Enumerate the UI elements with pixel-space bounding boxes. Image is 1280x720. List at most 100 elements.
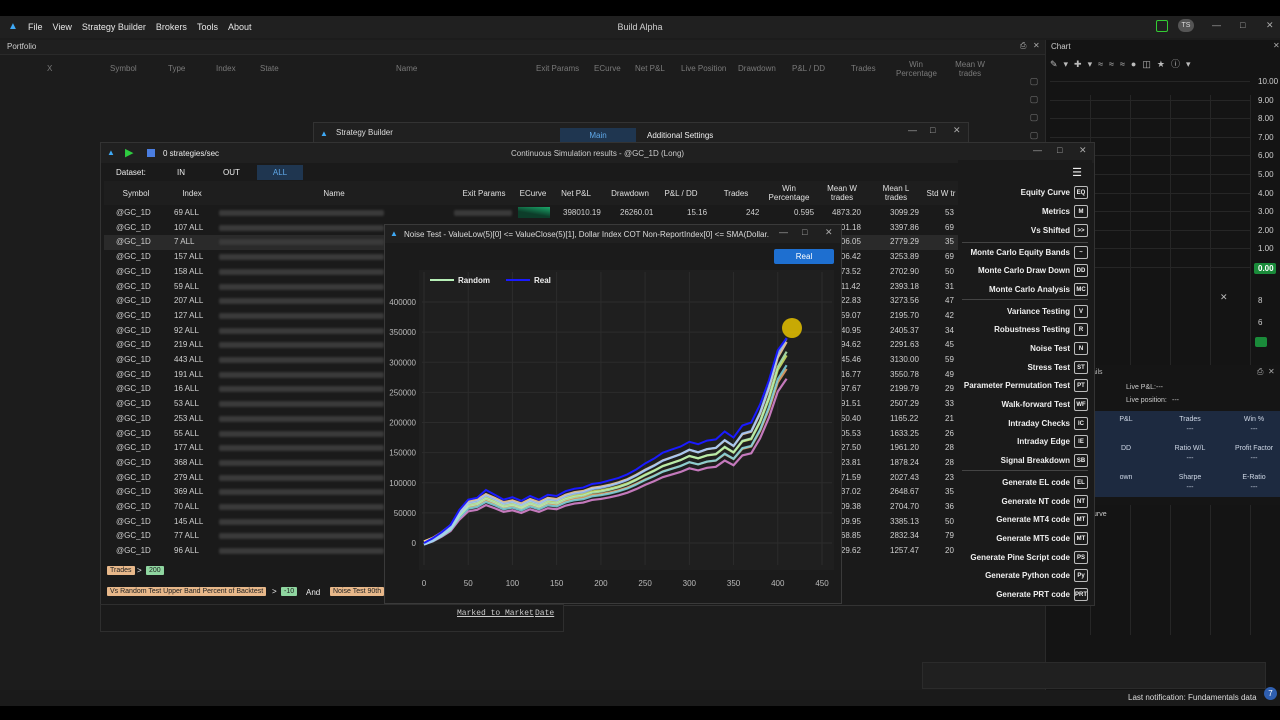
minimize-icon[interactable]: — [1212,20,1221,30]
col-exit-params[interactable]: Exit Params [536,64,579,73]
play-icon[interactable]: ▶ [125,146,133,159]
side-menu-item[interactable]: Generate MT4 code MT [996,513,1088,526]
side-menu-item[interactable]: Intraday Checks IC [1008,417,1088,430]
maximize-icon[interactable]: □ [1240,20,1245,30]
col-live-position[interactable]: Live Position [681,64,726,73]
th-symbol[interactable]: Symbol [114,181,158,205]
th-mean-w[interactable]: Mean W trades [820,181,864,205]
side-menu-item[interactable]: Signal Breakdown SB [1001,454,1088,467]
details-close-icon[interactable]: ✕ [1268,367,1275,376]
side-menu-item[interactable]: Monte Carlo Draw Down DD [978,264,1088,277]
side-menu-item[interactable]: Generate MT5 code MT [996,532,1088,545]
th-mean-l[interactable]: Mean L trades [874,181,918,205]
filter-random-value[interactable]: -10 [281,587,298,596]
th-exit-params[interactable]: Exit Params [459,181,509,205]
side-menu-item[interactable]: Variance Testing V [1007,305,1088,318]
th-index[interactable]: Index [170,181,214,205]
side-menu-label: Monte Carlo Draw Down [977,266,1070,275]
menu-brokers[interactable]: Brokers [156,22,187,32]
hamburger-icon[interactable]: ☰ [1072,166,1082,179]
col-mean-w[interactable]: Mean W trades [950,60,990,78]
side-menu-item[interactable]: Generate PRT code PRT [996,588,1088,601]
menu-about[interactable]: About [228,22,252,32]
side-menu-item[interactable]: Parameter Permutation Test PT [964,379,1088,392]
sim-minimize-icon[interactable]: — [1033,145,1042,155]
dataset-all[interactable]: ALL [257,165,303,180]
chart-close-icon[interactable]: ✕ [1273,41,1280,50]
side-menu-item[interactable]: Generate NT code NT [1002,495,1088,508]
menu-file[interactable]: File [28,22,43,32]
side-menu-item[interactable]: Vs Shifted >> [1031,224,1088,237]
sim-close-icon[interactable]: ✕ [1079,145,1087,156]
close-icon[interactable]: ✕ [1266,20,1274,31]
cell-mean-l: 1961.20 [890,443,919,453]
filter-random[interactable]: Vs Random Test Upper Band Percent of Bac… [107,587,267,596]
noise-close-icon[interactable]: ✕ [825,227,833,238]
tab-additional-settings[interactable]: Additional Settings [647,131,713,140]
noise-minimize-icon[interactable]: — [779,227,788,237]
dataset-in[interactable]: IN [177,168,185,177]
side-menu-item[interactable]: Stress Test ST [1027,361,1088,374]
sb-maximize-icon[interactable]: □ [930,125,935,135]
menu-view[interactable]: View [53,22,72,32]
th-name[interactable]: Name [304,181,364,205]
col-ecurve[interactable]: ECurve [594,64,621,73]
side-menu-item[interactable]: Metrics M [1042,205,1088,218]
side-menu-item[interactable]: Monte Carlo Analysis MC [989,283,1088,296]
th-pl-dd[interactable]: P&L / DD [656,181,706,205]
col-state[interactable]: State [260,64,279,73]
col-type[interactable]: Type [168,64,185,73]
menu-tools[interactable]: Tools [197,22,218,32]
date-link[interactable]: Date [535,609,554,618]
check-icon[interactable] [1156,20,1168,32]
cell-index: 158 ALL [174,266,204,276]
th-drawdown[interactable]: Drawdown [606,181,654,205]
th-ecurve[interactable]: ECurve [516,181,550,205]
portfolio-close-icon[interactable]: ✕ [1033,41,1040,50]
th-trades[interactable]: Trades [716,181,756,205]
col-win-pct[interactable]: Win Percentage [896,60,937,78]
dataset-out[interactable]: OUT [223,168,240,177]
side-menu-item[interactable]: Monte Carlo Equity Bands ~ [970,246,1088,259]
col-index[interactable]: Index [216,64,236,73]
sb-close-icon[interactable]: ✕ [953,125,961,136]
side-tool-icons[interactable]: ▢ ▢ ▢ ▢ [1025,72,1043,142]
filter-trades[interactable]: Trades [107,566,135,575]
marked-to-market[interactable]: Marked to Market [457,609,534,618]
x-tick-label: 50 [464,579,473,588]
col-pl-dd[interactable]: P&L / DD [792,64,825,73]
lower-close-icon[interactable]: ✕ [1220,292,1228,303]
col-net-pl[interactable]: Net P&L [635,64,665,73]
side-menu-item[interactable]: Generate EL code EL [1002,476,1088,489]
side-menu-item[interactable]: Noise Test N [1030,342,1088,355]
legend-label[interactable]: Random [458,276,490,285]
filter-noise[interactable]: Noise Test 90th [330,587,384,596]
side-menu-item[interactable]: Walk-forward Test WF [1002,398,1088,411]
side-menu-icon: IC [1074,417,1088,430]
details-pin-icon[interactable]: ⎙ [1257,367,1263,377]
pin-icon[interactable]: ⎙ [1020,41,1026,51]
col-symbol[interactable]: Symbol [110,64,137,73]
col-x[interactable]: X [47,64,52,73]
col-trades[interactable]: Trades [851,64,876,73]
side-menu-item[interactable]: Generate Python code Py [985,569,1088,582]
side-menu-item[interactable]: Equity Curve EQ [1021,186,1088,199]
noise-maximize-icon[interactable]: □ [802,227,807,237]
table-row[interactable]: @GC_1D 69 ALL 4873.20 3099.29 53 398010.19 262… [104,206,959,221]
menu-strategy-builder[interactable]: Strategy Builder [82,22,146,32]
side-menu-item[interactable]: Intraday Edge IE [1017,435,1088,448]
th-win-pct[interactable]: Win Percentage [764,181,814,205]
th-net-pl[interactable]: Net P&L [556,181,596,205]
user-avatar[interactable]: TS [1178,19,1194,32]
th-std-w[interactable]: Std W tr [922,181,960,205]
legend-label[interactable]: Real [534,276,551,285]
stop-icon[interactable] [147,149,155,157]
side-menu-item[interactable]: Robustness Testing R [994,323,1088,336]
chart-toolbar[interactable]: ✎▾✚▾≈≈≈●◫★ⓘ▾ [1050,57,1270,71]
sim-maximize-icon[interactable]: □ [1057,145,1062,155]
col-name[interactable]: Name [396,64,417,73]
side-menu-item[interactable]: Generate Pine Script code PS [970,551,1088,564]
sb-minimize-icon[interactable]: — [908,125,917,135]
filter-trades-value[interactable]: 200 [146,566,164,575]
col-drawdown[interactable]: Drawdown [738,64,776,73]
